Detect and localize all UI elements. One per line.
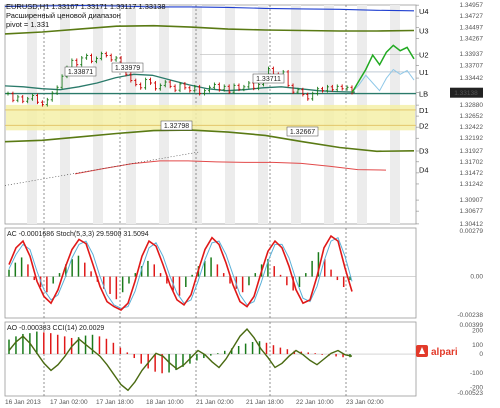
ao-tick-label: -100 xyxy=(470,370,483,377)
price-tick-label: 1.33937 xyxy=(460,51,484,58)
ac-tick-label: -0.00238 xyxy=(457,312,483,319)
ac-panel-title: AC -0.0001686 Stoch(5,3,3) 29.5900 31.50… xyxy=(7,231,149,238)
level-label-u4: U4 xyxy=(419,7,429,16)
time-axis-label: 23 Jan 02:00 xyxy=(346,399,384,406)
price-annotation: 1.33979 xyxy=(115,65,140,72)
price-tick-label: 1.33707 xyxy=(460,62,484,69)
level-label-u3: U3 xyxy=(419,27,429,36)
price-annotation: 1.33711 xyxy=(256,76,281,83)
pivot-label: pivot = 1.331 xyxy=(6,20,50,29)
level-label-d1: D1 xyxy=(419,106,429,115)
level-label-u1: U1 xyxy=(419,68,429,77)
time-axis-label: 17 Jan 18:00 xyxy=(96,399,134,406)
time-axis-label: 21 Jan 02:00 xyxy=(196,399,234,406)
brand-logo: alpari xyxy=(416,344,462,358)
level-label-d4: D4 xyxy=(419,166,429,175)
current-price-label: 1.33138 xyxy=(454,90,478,97)
level-label-d3: D3 xyxy=(419,146,429,155)
price-tick-label: 1.31472 xyxy=(460,170,484,177)
level-label-u2: U2 xyxy=(419,51,429,60)
price-annotation: 1.32798 xyxy=(164,123,189,130)
time-axis-label: 21 Jan 18:00 xyxy=(246,399,284,406)
ao-panel-title: AO -0.000383 CCI(14) 20.0029 xyxy=(7,325,104,332)
indicator-subtitle: Расширенный ценовой диапазон xyxy=(6,11,121,20)
time-axis-label: 18 Jan 10:00 xyxy=(146,399,184,406)
price-tick-label: 1.31702 xyxy=(460,159,484,166)
ao-tick-label: 200 xyxy=(472,328,483,335)
panel-frame-ao xyxy=(4,321,417,397)
price-tick-label: 1.31242 xyxy=(460,181,484,188)
price-tick-label: 1.34727 xyxy=(460,13,484,20)
pivot-band xyxy=(6,104,415,131)
level-label-lb: LB xyxy=(419,90,428,99)
price-annotation: 1.32667 xyxy=(290,129,315,136)
level-label-d2: D2 xyxy=(419,121,429,130)
price-tick-label: 1.32652 xyxy=(460,113,484,120)
ao-tick-label: -0.00523 xyxy=(457,390,483,397)
ac-tick-label: 0.00 xyxy=(470,274,483,281)
logo-text: alpari xyxy=(431,347,458,358)
time-axis-label: 17 Jan 02:00 xyxy=(50,399,88,406)
price-tick-label: 1.32192 xyxy=(460,135,484,142)
time-axis-label: 16 Jan 2013 xyxy=(5,399,41,406)
ao-tick-label: 0 xyxy=(479,351,483,358)
price-tick-label: 1.34267 xyxy=(460,35,484,42)
price-tick-label: 1.30907 xyxy=(460,197,484,204)
chart-root: 1.34957 1.34727 1.34497 1.34267 1.33937 1.337… xyxy=(0,0,500,408)
price-tick-label: 1.30677 xyxy=(460,208,484,215)
price-tick-label: 1.34957 xyxy=(460,2,484,9)
price-tick-label: 1.32880 xyxy=(460,102,484,109)
price-tick-label: 1.34497 xyxy=(460,24,484,31)
price-tick-label: 1.30412 xyxy=(460,221,484,228)
chart-title: EURUSD,H1 1.33167 1.33171 1.33117 1.3313… xyxy=(6,2,166,11)
price-tick-label: 1.31927 xyxy=(460,148,484,155)
ac-tick-label: 0.00279 xyxy=(460,228,484,235)
price-annotation: 1.33871 xyxy=(68,69,93,76)
ao-tick-label: 100 xyxy=(472,342,483,349)
price-tick-label: 1.32422 xyxy=(460,124,484,131)
time-axis-label: 22 Jan 10:00 xyxy=(296,399,334,406)
price-tick-label: 1.33442 xyxy=(460,75,484,82)
